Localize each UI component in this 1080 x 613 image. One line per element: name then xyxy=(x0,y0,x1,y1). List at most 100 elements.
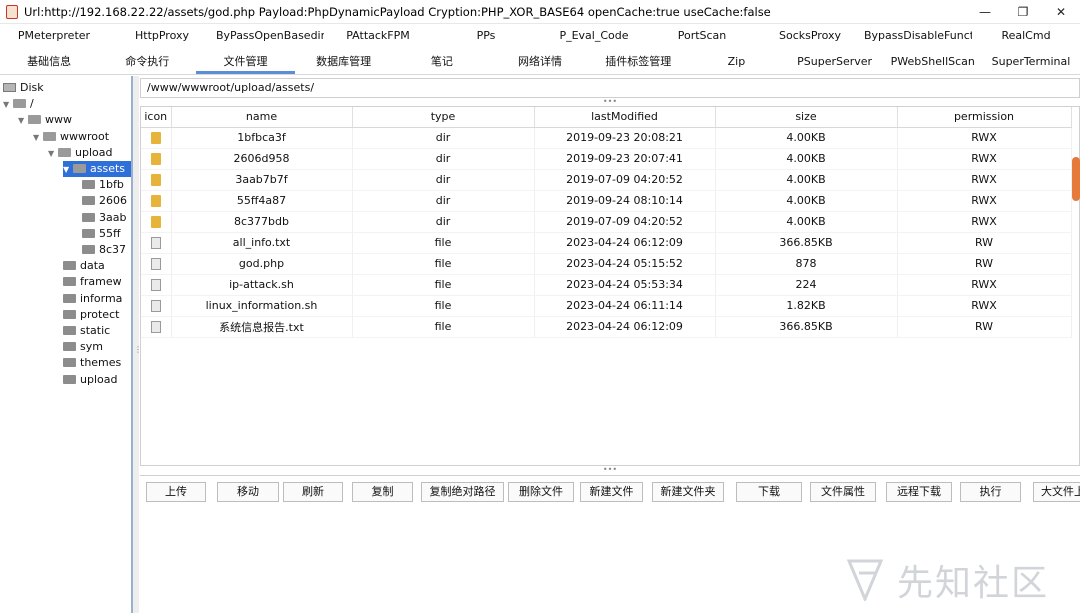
tree-node[interactable]: ▼ www xyxy=(18,112,72,128)
column-header-name[interactable]: name xyxy=(171,107,353,128)
action-button-1[interactable]: 移动 xyxy=(217,482,279,502)
expand-arrow-icon[interactable]: ▼ xyxy=(3,97,13,113)
action-button-3[interactable]: 复制 xyxy=(352,482,413,502)
tab-main-10[interactable]: SuperTerminal xyxy=(982,51,1080,74)
table-row[interactable]: 8c377bdb dir 2019-07-09 04:20:52 4.00KB RWX xyxy=(141,211,1072,233)
tab-main-2[interactable]: 文件管理 xyxy=(196,51,295,74)
tree-node[interactable]: sym xyxy=(63,339,103,355)
action-button-12[interactable]: 大文件上 xyxy=(1033,482,1080,502)
tree-node-label: static xyxy=(80,324,111,337)
tree-node[interactable]: ▼ upload xyxy=(48,145,112,161)
maximize-button[interactable]: ❐ xyxy=(1004,0,1042,24)
expand-arrow-icon[interactable]: ▼ xyxy=(18,113,28,129)
close-button[interactable]: ✕ xyxy=(1042,0,1080,24)
cell-name: 55ff4a87 xyxy=(171,190,353,212)
action-button-6[interactable]: 新建文件 xyxy=(580,482,643,502)
tree-node[interactable]: protect xyxy=(63,307,119,323)
tree-node[interactable]: 1bfb xyxy=(82,177,124,193)
tab-main-6[interactable]: 插件标签管理 xyxy=(589,51,687,74)
tree-node-label: 1bfb xyxy=(99,178,124,192)
tree-node[interactable]: ▼ / xyxy=(3,96,34,112)
action-button-7[interactable]: 新建文件夹 xyxy=(652,482,724,502)
tab-main-5[interactable]: 网络详情 xyxy=(491,51,589,74)
tree-node[interactable]: data xyxy=(63,258,105,274)
table-row[interactable]: 系统信息报告.txt file 2023-04-24 06:12:09 366.85K… xyxy=(141,316,1072,338)
tab-plugin-2[interactable]: ByPassOpenBasedir xyxy=(216,25,324,47)
column-header-size[interactable]: size xyxy=(715,107,898,128)
table-row[interactable]: 1bfbca3f dir 2019-09-23 20:08:21 4.00KB RWX xyxy=(141,127,1072,149)
tab-main-4[interactable]: 笔记 xyxy=(393,51,491,74)
column-header-lastModified[interactable]: lastModified xyxy=(534,107,716,128)
splitter-grip-icon[interactable]: ••• xyxy=(602,466,618,474)
tab-plugin-9[interactable]: RealCmd xyxy=(972,25,1080,47)
cell-permission: RWX xyxy=(897,295,1072,317)
watermark: 先知社区 xyxy=(845,555,1065,605)
tab-plugin-6[interactable]: PortScan xyxy=(648,25,756,47)
cell-permission: RWX xyxy=(897,169,1072,191)
column-header-icon[interactable]: icon xyxy=(141,107,172,128)
table-row[interactable]: god.php file 2023-04-24 05:15:52 878 RW xyxy=(141,253,1072,275)
tab-main-7[interactable]: Zip xyxy=(687,51,785,74)
tree-node[interactable]: themes xyxy=(63,355,121,371)
table-row[interactable]: linux_information.sh file 2023-04-24 06:11… xyxy=(141,295,1072,317)
expand-arrow-icon[interactable]: ▼ xyxy=(33,130,43,146)
tab-plugin-4[interactable]: PPs xyxy=(432,25,540,47)
table-row[interactable]: 2606d958 dir 2019-09-23 20:07:41 4.00KB RWX xyxy=(141,148,1072,170)
tree-node[interactable]: upload xyxy=(63,372,117,388)
column-header-type[interactable]: type xyxy=(352,107,535,128)
tab-main-0[interactable]: 基础信息 xyxy=(0,51,98,74)
action-button-2[interactable]: 刷新 xyxy=(283,482,343,502)
tree-node-label: 8c37 xyxy=(99,243,127,256)
expand-arrow-icon[interactable]: ▼ xyxy=(48,146,58,162)
table-row[interactable]: all_info.txt file 2023-04-24 06:12:09 366.8… xyxy=(141,232,1072,254)
tree-node[interactable]: 2606 xyxy=(82,193,127,209)
table-row[interactable]: 55ff4a87 dir 2019-09-24 08:10:14 4.00KB RWX xyxy=(141,190,1072,212)
path-input[interactable]: /www/wwwroot/upload/assets/ xyxy=(140,78,1080,98)
folder-icon xyxy=(150,195,161,207)
action-button-4[interactable]: 复制绝对路径 xyxy=(421,482,504,502)
tab-main-1[interactable]: 命令执行 xyxy=(98,51,196,74)
tree-node[interactable]: 3aab xyxy=(82,210,126,226)
tab-plugin-3[interactable]: PAttackFPM xyxy=(324,25,432,47)
tree-node-label: sym xyxy=(80,340,103,354)
action-button-10[interactable]: 远程下载 xyxy=(886,482,952,502)
tree-node[interactable]: ▼ assets xyxy=(63,161,131,178)
tab-plugin-7[interactable]: SocksProxy xyxy=(756,25,864,47)
cell-lastModified: 2019-07-09 04:20:52 xyxy=(534,169,716,191)
folder-icon xyxy=(63,293,76,303)
tab-plugin-1[interactable]: HttpProxy xyxy=(108,25,216,47)
tab-main-9[interactable]: PWebShellScan xyxy=(884,51,982,74)
action-button-0[interactable]: 上传 xyxy=(146,482,206,502)
tab-plugin-5[interactable]: P_Eval_Code xyxy=(540,25,648,47)
tab-plugin-0[interactable]: PMeterpreter xyxy=(0,25,108,47)
vertical-scrollbar[interactable] xyxy=(1072,157,1080,201)
folder-icon xyxy=(82,196,95,206)
tree-node[interactable]: 55ff xyxy=(82,226,121,242)
file-icon xyxy=(150,279,161,291)
tab-main-8[interactable]: PSuperServer xyxy=(786,51,884,74)
tab-main-3[interactable]: 数据库管理 xyxy=(295,51,393,74)
tree-node[interactable]: informa xyxy=(63,291,122,307)
tab-plugin-8[interactable]: BypassDisableFunctions xyxy=(864,25,972,47)
cell-lastModified: 2023-04-24 05:53:34 xyxy=(534,274,716,296)
column-header-permission[interactable]: permission xyxy=(897,107,1072,128)
table-row[interactable]: ip-attack.sh file 2023-04-24 05:53:34 224 RW… xyxy=(141,274,1072,296)
tree-node[interactable]: 8c37 xyxy=(82,242,126,258)
action-button-9[interactable]: 文件属性 xyxy=(810,482,876,502)
cell-lastModified: 2019-09-23 20:08:21 xyxy=(534,127,716,149)
tree-node[interactable]: framew xyxy=(63,274,122,290)
action-button-11[interactable]: 执行 xyxy=(960,482,1021,502)
vertical-splitter[interactable]: ⋮ xyxy=(133,76,142,613)
directory-tree[interactable]: Disk ▼ / ▼ www ▼ wwwroot ▼ upload ▼ assets 1bfb 2606… xyxy=(0,76,133,613)
action-button-8[interactable]: 下载 xyxy=(736,482,802,502)
action-button-5[interactable]: 删除文件 xyxy=(508,482,574,502)
tree-node[interactable]: ▼ wwwroot xyxy=(33,129,109,145)
icon-cell xyxy=(141,148,172,170)
splitter-grip-icon[interactable]: ••• xyxy=(602,98,618,106)
tree-node[interactable]: Disk xyxy=(3,80,44,96)
tree-node[interactable]: static xyxy=(63,323,110,339)
table-row[interactable]: 3aab7b7f dir 2019-07-09 04:20:52 4.00KB RWX xyxy=(141,169,1072,191)
expand-arrow-icon[interactable]: ▼ xyxy=(63,162,73,178)
minimize-button[interactable]: — xyxy=(966,0,1004,24)
cell-permission: RW xyxy=(897,232,1072,254)
